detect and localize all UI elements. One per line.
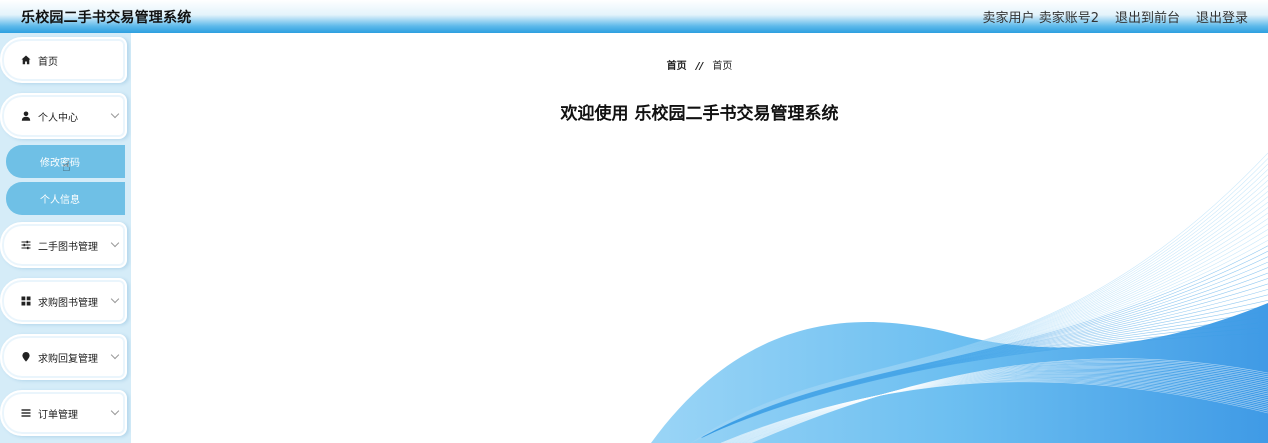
submenu-item-personal-info[interactable]: 个人信息 xyxy=(6,182,125,215)
breadcrumb: 首页 // 首页 xyxy=(131,57,1268,72)
username: 卖家账号2 xyxy=(1038,11,1099,26)
sidebar-item-label: 首页 xyxy=(38,56,58,68)
wave-background xyxy=(651,152,1268,443)
sidebar: 首页 个人中心 修改密码 个人信息 二手图书管理 求购图书管理 求购回复管理 订… xyxy=(0,33,131,443)
list-icon xyxy=(20,408,32,418)
chevron-down-icon xyxy=(110,294,120,304)
sidebar-item-label: 求购图书管理 xyxy=(38,297,98,309)
user-role: 卖家用户 xyxy=(982,11,1035,26)
location-pin-icon xyxy=(20,352,32,362)
breadcrumb-home[interactable]: 首页 xyxy=(667,61,687,72)
sliders-icon xyxy=(20,240,32,250)
grid-icon xyxy=(20,296,32,306)
sidebar-item-label: 订单管理 xyxy=(38,409,78,421)
main-content: 首页 // 首页 欢迎使用 乐校园二手书交易管理系统 xyxy=(131,33,1268,443)
breadcrumb-current: 首页 xyxy=(712,61,733,72)
welcome-heading: 欢迎使用 乐校园二手书交易管理系统 xyxy=(560,104,839,124)
top-header-bar: 乐校园二手书交易管理系统 卖家用户 卖家账号2 退出到前台 退出登录 xyxy=(0,0,1268,33)
sidebar-item-label: 求购回复管理 xyxy=(38,353,98,365)
back-to-front-link[interactable]: 退出到前台 xyxy=(1115,7,1180,26)
sidebar-item-wanted-replies[interactable]: 求购回复管理 xyxy=(0,334,127,380)
app-title: 乐校园二手书交易管理系统 xyxy=(21,9,192,26)
hand-cursor-icon: ☝ xyxy=(62,159,71,175)
user-info: 卖家用户 卖家账号2 xyxy=(983,7,1099,26)
chevron-down-icon xyxy=(110,109,120,119)
logout-link[interactable]: 退出登录 xyxy=(1196,7,1248,26)
chevron-down-icon xyxy=(110,238,120,248)
user-icon xyxy=(20,111,32,121)
sidebar-item-home[interactable]: 首页 xyxy=(0,37,127,83)
sidebar-item-wanted-books[interactable]: 求购图书管理 xyxy=(0,278,127,324)
sidebar-item-personal-center[interactable]: 个人中心 xyxy=(0,93,127,139)
header-user-area: 卖家用户 卖家账号2 退出到前台 退出登录 xyxy=(983,7,1248,26)
home-icon xyxy=(20,55,32,65)
chevron-down-icon xyxy=(110,406,120,416)
breadcrumb-separator: // xyxy=(695,61,704,72)
sidebar-item-orders[interactable]: 订单管理 xyxy=(0,390,127,436)
sidebar-item-label: 二手图书管理 xyxy=(38,241,98,253)
sidebar-item-used-books[interactable]: 二手图书管理 xyxy=(0,222,127,268)
chevron-down-icon xyxy=(110,350,120,360)
sidebar-item-label: 个人中心 xyxy=(38,112,78,124)
